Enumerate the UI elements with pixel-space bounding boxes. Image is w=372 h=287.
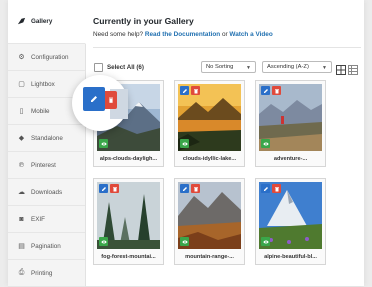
trash-icon[interactable]: [105, 91, 117, 109]
sidebar-item-pinterest[interactable]: ℗ Pinterest: [8, 152, 85, 179]
eye-icon[interactable]: [99, 139, 108, 148]
eye-icon[interactable]: [261, 237, 270, 246]
gallery-toolbar: Select All (6) No Sorting ▼ Ascending (A…: [93, 61, 361, 75]
order-select-value: Ascending (A-Z): [267, 64, 309, 70]
select-all-label: Select All (6): [107, 64, 144, 71]
trash-icon[interactable]: [110, 184, 119, 193]
sidebar-item-label: Pinterest: [31, 161, 56, 169]
grid-icon: [336, 65, 346, 75]
trash-icon[interactable]: [191, 86, 200, 95]
sidebar-item-label: Mobile: [31, 107, 50, 115]
gallery-image-tile[interactable]: fog-forest-mountai...: [93, 178, 164, 265]
image-caption: alps-clouds-dayligh...: [99, 156, 158, 162]
sidebar-item-label: Printing: [31, 269, 53, 277]
pagination-icon: ▤: [18, 243, 25, 250]
sidebar-item-label: EXIF: [31, 215, 45, 223]
sidebar-item-printing[interactable]: ⎙ Printing: [8, 260, 85, 287]
gallery-image-tile[interactable]: alpine-beautiful-bl...: [255, 178, 326, 265]
sidebar-item-label: Configuration: [31, 53, 69, 61]
eye-icon[interactable]: [99, 237, 108, 246]
pinterest-icon: ℗: [18, 161, 25, 169]
gear-icon: ⚙: [18, 54, 25, 61]
edit-icon[interactable]: [261, 184, 270, 193]
watch-video-link[interactable]: Watch a Video: [229, 31, 272, 38]
sidebar-item-label: Pagination: [31, 242, 61, 250]
sidebar-item-label: Downloads: [31, 188, 63, 196]
magnifier-callout: [72, 75, 128, 131]
chevron-down-icon: ▼: [322, 65, 327, 71]
sort-select[interactable]: No Sorting ▼: [201, 61, 256, 73]
trash-icon[interactable]: [191, 184, 200, 193]
sidebar-item-downloads[interactable]: ☁ Downloads: [8, 179, 85, 206]
mobile-icon: ▯: [19, 108, 24, 115]
sidebar-item-gallery[interactable]: Gallery: [8, 0, 86, 44]
select-all-checkbox[interactable]: Select All (6): [94, 63, 144, 72]
trash-icon[interactable]: [272, 86, 281, 95]
documentation-link[interactable]: Read the Documentation: [145, 31, 220, 38]
settings-sidebar: Gallery ⚙ Configuration ▢ Lightbox ▯ Mob…: [8, 0, 86, 287]
image-caption: clouds-idyllic-lake...: [182, 156, 237, 162]
eye-icon[interactable]: [180, 139, 189, 148]
sidebar-item-label: Standalone: [31, 134, 63, 142]
help-text: Need some help? Read the Documentation o…: [93, 31, 273, 38]
page-title: Currently in your Gallery: [93, 16, 194, 26]
help-or: or: [221, 31, 228, 38]
eye-icon[interactable]: [261, 139, 270, 148]
gallery-main: Currently in your Gallery Need some help…: [93, 0, 361, 286]
list-icon: [348, 65, 358, 75]
camera-icon: ◙: [19, 215, 24, 223]
lightbox-icon: ▢: [18, 81, 25, 88]
image-caption: fog-forest-mountai...: [101, 254, 156, 260]
sidebar-item-pagination[interactable]: ▤ Pagination: [8, 233, 85, 260]
sidebar-item-configuration[interactable]: ⚙ Configuration: [8, 44, 85, 71]
sidebar-item-standalone[interactable]: ◆ Standalone: [8, 125, 85, 152]
sidebar-item-label: Gallery: [31, 18, 53, 25]
gallery-image-tile[interactable]: adventure-...: [255, 80, 326, 167]
trash-icon[interactable]: [272, 184, 281, 193]
image-caption: mountain-range-...: [185, 254, 234, 260]
cloud-download-icon: ☁: [18, 189, 25, 196]
image-caption: adventure-...: [273, 156, 308, 162]
list-view-button[interactable]: [348, 62, 358, 75]
sidebar-item-label: Lightbox: [31, 80, 55, 88]
chevron-down-icon: ▼: [246, 65, 251, 71]
divider: [93, 47, 361, 48]
gallery-image-tile[interactable]: clouds-idyllic-lake...: [174, 80, 245, 167]
sort-select-value: No Sorting: [206, 64, 234, 70]
grid-view-button[interactable]: [336, 62, 346, 75]
checkbox-icon: [94, 63, 103, 72]
sidebar-item-exif[interactable]: ◙ EXIF: [8, 206, 85, 233]
order-select[interactable]: Ascending (A-Z) ▼: [262, 61, 332, 73]
edit-icon[interactable]: [180, 184, 189, 193]
eye-icon[interactable]: [180, 237, 189, 246]
edit-icon[interactable]: [261, 86, 270, 95]
gallery-image-tile[interactable]: mountain-range-...: [174, 178, 245, 265]
envira-leaf-icon: [17, 17, 26, 26]
help-prefix: Need some help?: [93, 31, 144, 38]
standalone-icon: ◆: [18, 135, 25, 142]
image-caption: alpine-beautiful-bl...: [264, 254, 317, 260]
printer-icon: ⎙: [18, 269, 25, 276]
edit-icon[interactable]: [99, 184, 108, 193]
edit-icon[interactable]: [83, 87, 105, 111]
edit-icon[interactable]: [180, 86, 189, 95]
